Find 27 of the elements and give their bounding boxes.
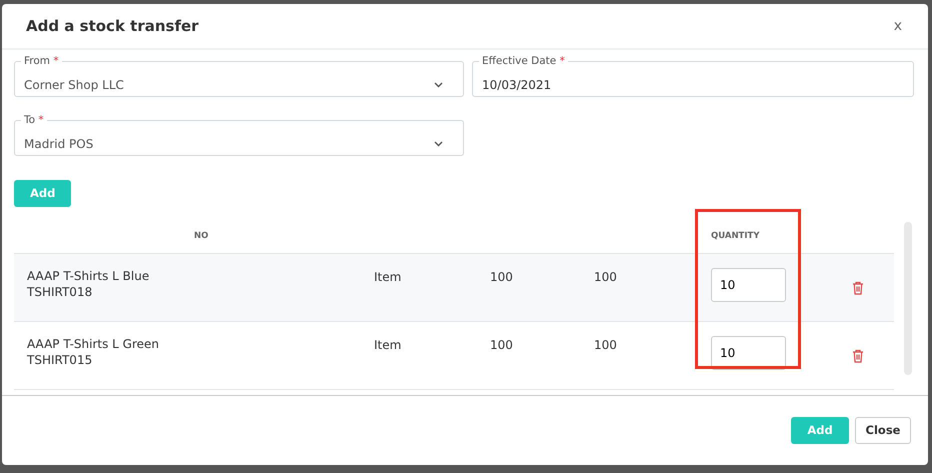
trash-icon[interactable] (852, 281, 864, 295)
product-name: AAAP T-Shirts L Green (27, 336, 160, 352)
quantity-field[interactable]: 10 (711, 268, 786, 302)
trash-icon[interactable] (852, 349, 864, 363)
close-button[interactable]: x (892, 16, 904, 36)
product-sku: TSHIRT015 (27, 352, 94, 368)
table-cell: 100 (490, 338, 513, 352)
field-label: To * (23, 113, 45, 127)
product-name: AAAP T-Shirts L Blue (27, 268, 150, 284)
table-cell: 100 (594, 270, 617, 284)
close-button[interactable]: Close (855, 417, 911, 444)
dialog-title: Add a stock transfer (26, 16, 199, 37)
table-cell: 100 (490, 270, 513, 284)
chevron-down-icon (434, 82, 443, 88)
table-cell: Item (374, 338, 402, 352)
input-field[interactable]: Effective Date * 10/03/2021 (472, 54, 914, 97)
column-header: QUANTITY (711, 230, 760, 242)
chevron-down-icon (434, 140, 443, 146)
table-cell: Item (374, 270, 402, 284)
quantity-field[interactable]: 10 (711, 336, 786, 370)
field-label: From * (23, 54, 60, 68)
select-field[interactable]: From * Corner Shop LLC (14, 54, 464, 97)
column-header: NO (194, 230, 208, 242)
table-cell: 100 (594, 338, 617, 352)
product-sku: TSHIRT018 (27, 284, 94, 300)
select-field[interactable]: To * Madrid POS (14, 113, 464, 156)
field-label: Effective Date * (481, 54, 566, 68)
